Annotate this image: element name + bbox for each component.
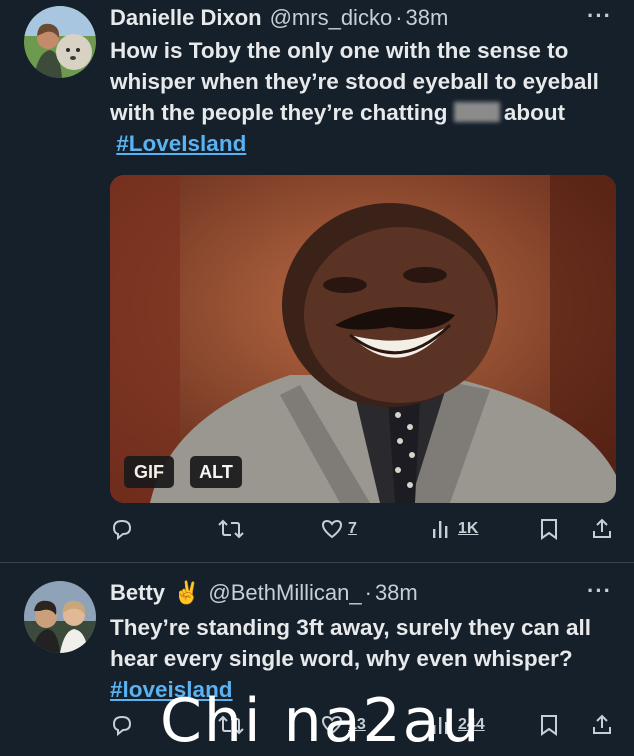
user-handle[interactable]: @mrs_dicko <box>270 5 393 31</box>
bookmark-icon <box>541 519 557 540</box>
views-count: 1K <box>458 520 479 537</box>
like-count: 7 <box>348 520 357 537</box>
tweet-text-body: They’re standing 3ft away, surely they c… <box>110 615 592 671</box>
user-handle[interactable]: @BethMillican_ <box>208 580 361 606</box>
separator-dot: · <box>395 5 403 30</box>
bookmark-button[interactable] <box>538 517 560 541</box>
retweet-button[interactable] <box>218 517 244 541</box>
tweet-danielle-dixon[interactable]: Danielle Dixon @mrs_dicko · 38m ··· How … <box>0 0 634 562</box>
share-icon <box>593 518 611 538</box>
tweet-text: How is Toby the only one with the sense … <box>110 35 620 159</box>
reply-button[interactable] <box>110 517 134 541</box>
tweet-text-tail: about <box>503 100 566 125</box>
more-options-icon[interactable]: ··· <box>587 578 612 604</box>
share-button[interactable] <box>590 517 614 541</box>
avatar[interactable] <box>24 6 96 78</box>
tweet-actions: 7 1K <box>0 513 634 547</box>
tweet-header: Betty ✌️ @BethMillican_ · 38m <box>110 578 418 608</box>
retweet-icon <box>218 519 244 539</box>
alt-text-button[interactable]: ALT <box>190 456 242 488</box>
timestamp[interactable]: 38m <box>375 580 418 606</box>
victory-hand-emoji: ✌️ <box>173 580 201 605</box>
views-button[interactable]: 1K <box>430 517 478 541</box>
bookmark-icon <box>541 715 557 736</box>
separator-dot: · <box>364 580 372 605</box>
watermark-text: Chi na2au <box>160 686 482 756</box>
hashtag-link[interactable]: #LoveIsland <box>116 131 246 156</box>
redacted-word <box>453 102 500 122</box>
timestamp[interactable]: 38m <box>406 5 449 31</box>
reply-button[interactable] <box>110 713 134 737</box>
display-name[interactable]: Danielle Dixon <box>110 5 262 31</box>
gif-badge: GIF <box>124 456 174 488</box>
share-button[interactable] <box>590 713 614 737</box>
views-chart-icon <box>433 521 448 538</box>
display-name[interactable]: Betty <box>110 580 165 606</box>
avatar[interactable] <box>24 581 96 653</box>
like-button[interactable]: 7 <box>320 517 357 541</box>
reply-icon <box>112 519 132 541</box>
bookmark-button[interactable] <box>538 713 560 737</box>
tweet-header: Danielle Dixon @mrs_dicko · 38m <box>110 3 448 33</box>
reply-icon <box>112 715 132 737</box>
heart-icon <box>321 519 343 539</box>
share-icon <box>593 714 611 734</box>
gif-media[interactable] <box>110 175 616 503</box>
more-options-icon[interactable]: ··· <box>587 3 612 29</box>
